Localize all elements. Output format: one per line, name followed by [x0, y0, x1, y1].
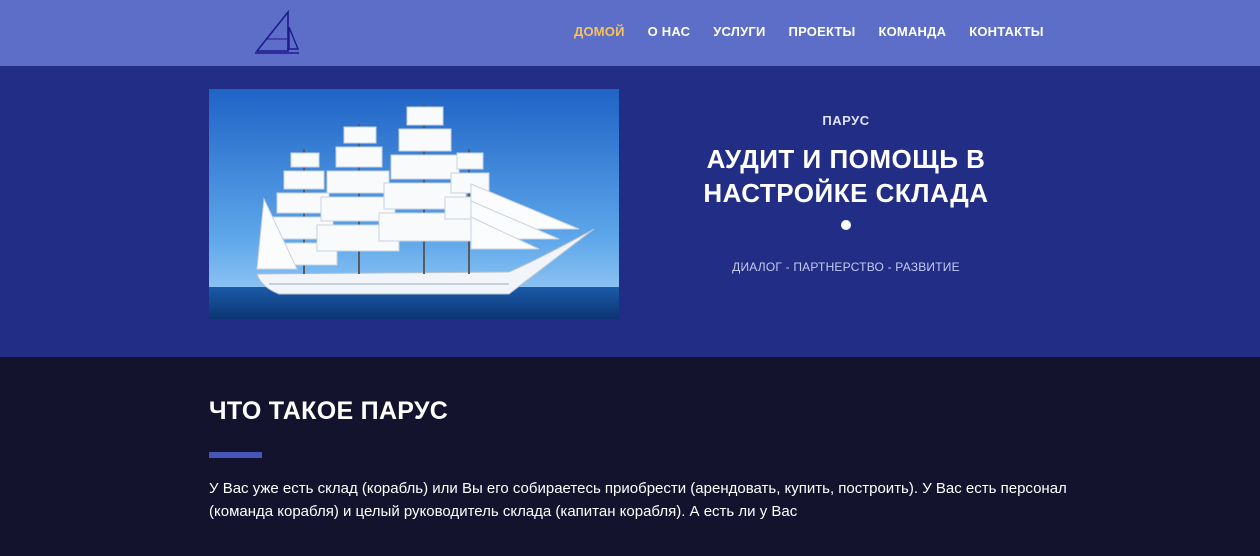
nav-item-about[interactable]: О НАС	[648, 24, 691, 39]
about-text: У Вас уже есть склад (корабль) или Вы ег…	[209, 480, 1067, 520]
nav-item-services[interactable]: УСЛУГИ	[713, 24, 765, 39]
hero-section: ПАРУС АУДИТ И ПОМОЩЬ В НАСТРОЙКЕ СКЛАДА …	[0, 66, 1260, 357]
hero-title-line-1: АУДИТ И ПОМОЩЬ В	[706, 144, 986, 174]
slide-indicator-dot[interactable]	[841, 220, 851, 230]
main-nav: ДОМОЙ О НАС УСЛУГИ ПРОЕКТЫ КОМАНДА КОНТА…	[574, 24, 1067, 39]
nav-item-team[interactable]: КОМАНДА	[878, 24, 946, 39]
top-navbar: ДОМОЙ О НАС УСЛУГИ ПРОЕКТЫ КОМАНДА КОНТА…	[0, 0, 1260, 66]
hero-title-line-2: НАСТРОЙКЕ СКЛАДА	[703, 178, 989, 208]
hero-title: АУДИТ И ПОМОЩЬ В НАСТРОЙКЕ СКЛАДА	[650, 142, 1042, 210]
about-heading: ЧТО ТАКОЕ ПАРУС	[209, 397, 449, 425]
hero-eyebrow: ПАРУС	[822, 113, 870, 128]
nav-item-home[interactable]: ДОМОЙ	[574, 24, 625, 39]
hero-tagline: ДИАЛОГ - ПАРТНЕРСТВО - РАЗВИТИЕ	[732, 260, 960, 274]
sailboat-icon[interactable]	[253, 9, 301, 55]
about-section: ЧТО ТАКОЕ ПАРУС У Вас уже есть склад (ко…	[0, 357, 1260, 556]
nav-item-contacts[interactable]: КОНТАКТЫ	[969, 24, 1043, 39]
hero-text-block: ПАРУС АУДИТ И ПОМОЩЬ В НАСТРОЙКЕ СКЛАДА …	[650, 113, 1042, 274]
sailing-ship-image	[209, 89, 619, 319]
heading-accent-bar	[209, 452, 262, 458]
nav-item-projects[interactable]: ПРОЕКТЫ	[789, 24, 856, 39]
